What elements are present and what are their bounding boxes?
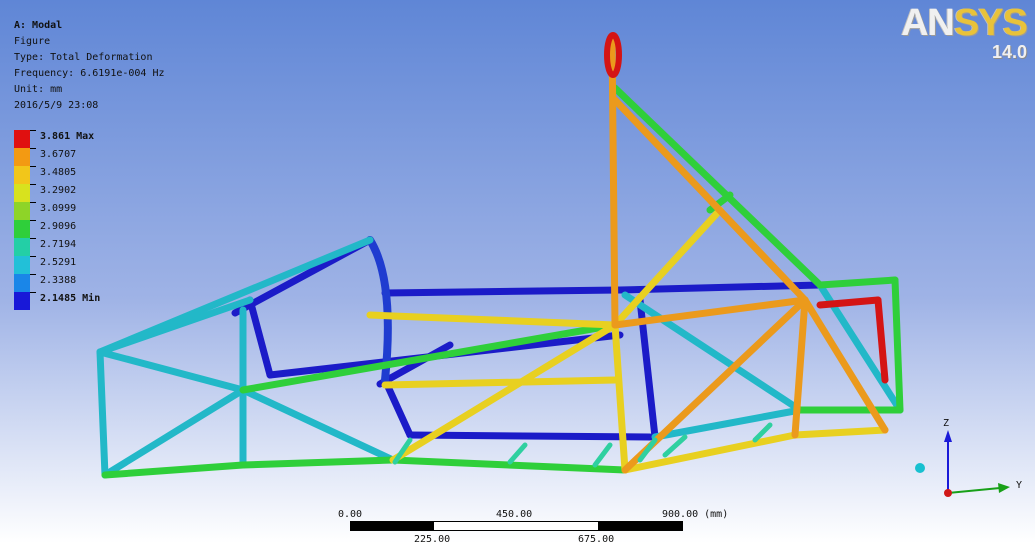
scale-segment-2 <box>433 521 599 531</box>
analysis-title: A: Modal <box>14 20 63 31</box>
legend-swatch <box>14 220 30 238</box>
legend-tick <box>30 292 36 293</box>
legend-tick <box>30 130 36 131</box>
legend-value: 2.7194 <box>40 239 77 250</box>
legend-swatch <box>14 256 30 274</box>
scale-label-225: 225.00 <box>414 534 451 545</box>
scale-label-900: 900.00 (mm) <box>662 509 729 520</box>
legend-swatch <box>14 184 30 202</box>
y-axis-arrowhead <box>998 483 1010 493</box>
scale-segment-1 <box>350 521 434 531</box>
legend-value: 3.861 Max <box>40 131 95 142</box>
y-axis-label: Y <box>1016 480 1022 491</box>
legend-swatch <box>14 274 30 292</box>
legend-value: 2.9096 <box>40 221 77 232</box>
result-info-block: A: Modal Figure Type: Total Deformation … <box>14 18 165 114</box>
legend-value: 3.4805 <box>40 167 77 178</box>
y-axis-arrow <box>947 487 1001 494</box>
legend-tick <box>30 148 36 149</box>
x-axis-point <box>944 489 952 497</box>
legend-value: 2.3388 <box>40 275 77 286</box>
z-axis-label: Z <box>943 418 949 429</box>
graphics-viewport[interactable]: A: Modal Figure Type: Total Deformation … <box>0 0 1035 545</box>
legend-value: 3.6707 <box>40 149 77 160</box>
legend-tick <box>30 202 36 203</box>
coordinate-triad[interactable]: Z Y <box>900 410 1035 510</box>
legend-tick <box>30 238 36 239</box>
legend-swatch <box>14 166 30 184</box>
legend-swatch <box>14 238 30 256</box>
legend-swatch <box>14 130 30 148</box>
legend-tick <box>30 184 36 185</box>
logo-brand: ANSYS <box>901 2 1028 44</box>
legend-tick <box>30 274 36 275</box>
legend-swatch <box>14 148 30 166</box>
legend-tag: Max <box>76 131 95 142</box>
legend-tick <box>30 256 36 257</box>
result-timestamp: 2016/5/9 23:08 <box>14 100 99 111</box>
legend-swatch <box>14 292 30 310</box>
result-unit: Unit: mm <box>14 84 63 95</box>
isometric-view-ball[interactable] <box>915 463 925 473</box>
figure-name: Figure <box>14 36 51 47</box>
scale-label-0: 0.00 <box>338 509 363 520</box>
legend-value: 2.5291 <box>40 257 77 268</box>
result-type: Type: Total Deformation <box>14 52 153 63</box>
legend-value: 3.2902 <box>40 185 77 196</box>
legend-tag: Min <box>82 293 101 304</box>
legend-value: 3.0999 <box>40 203 77 214</box>
logo-version: 14.0 <box>991 42 1027 62</box>
scale-label-675: 675.00 <box>578 534 615 545</box>
ansys-logo: ANSYS 14.0 <box>901 2 1028 63</box>
z-axis-arrowhead <box>944 430 952 442</box>
legend-tick <box>30 220 36 221</box>
scale-segment-3 <box>598 521 683 531</box>
scale-bar: 0.00 450.00 900.00 (mm) 225.00 675.00 <box>338 509 740 545</box>
result-frequency: Frequency: 6.6191e-004 Hz <box>14 68 165 79</box>
legend-swatch <box>14 202 30 220</box>
legend-tick <box>30 166 36 167</box>
legend-value: 2.1485 Min <box>40 293 101 304</box>
scale-label-450: 450.00 <box>496 509 533 520</box>
